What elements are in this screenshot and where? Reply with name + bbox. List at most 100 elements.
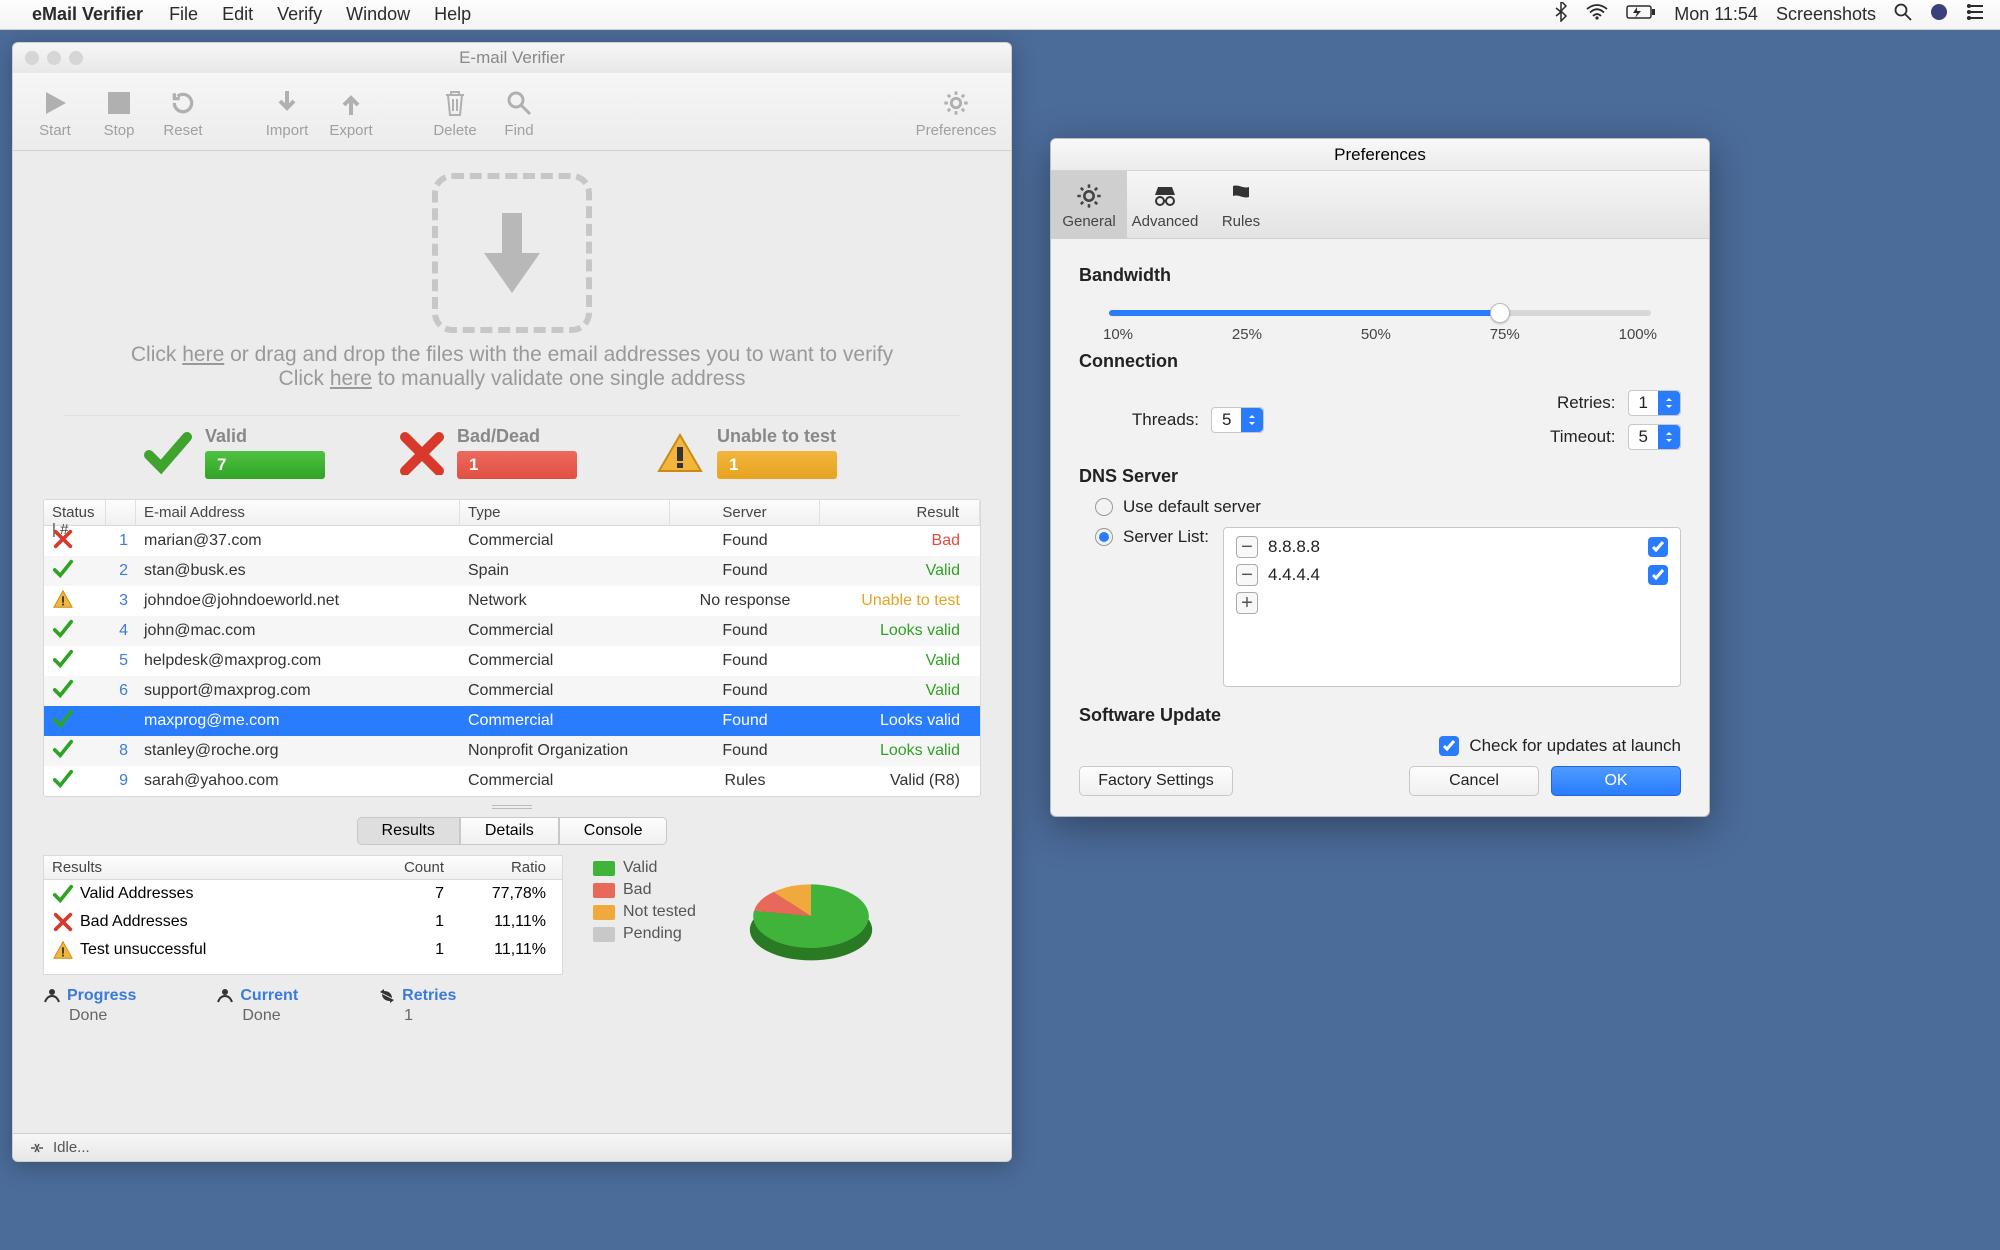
status-progress: Progress Done <box>43 987 136 1025</box>
summary-unable-count: 1 <box>717 451 837 479</box>
table-row[interactable]: 5helpdesk@maxprog.comCommercialFoundVali… <box>44 646 980 676</box>
results-pie-chart <box>726 855 896 975</box>
app-window: E-mail Verifier Start Stop Reset Import … <box>12 42 1012 1162</box>
bandwidth-slider[interactable]: 10%25%50%75%100% <box>1079 296 1681 343</box>
spy-icon <box>1151 179 1179 213</box>
preferences-window: Preferences General Advanced Rules Bandw… <box>1050 138 1710 817</box>
summary-valid: Valid7 <box>143 426 369 479</box>
battery-icon[interactable] <box>1626 4 1656 25</box>
remove-server-icon[interactable]: − <box>1236 536 1258 558</box>
check-icon <box>143 431 193 475</box>
toolbar-stop[interactable]: Stop <box>87 84 151 139</box>
server-enabled-checkbox[interactable] <box>1648 537 1668 557</box>
results-row: Bad Addresses111,11% <box>44 908 562 936</box>
dns-server-row[interactable]: −8.8.8.8 <box>1236 536 1668 558</box>
dns-server-list[interactable]: −8.8.8.8 −4.4.4.4 + <box>1223 527 1681 687</box>
table-row[interactable]: 2stan@busk.esSpainFoundValid <box>44 556 980 586</box>
prefs-tabs: General Advanced Rules <box>1051 171 1709 239</box>
window-traffic-lights[interactable] <box>25 51 83 65</box>
menubar-right-app[interactable]: Screenshots <box>1776 4 1876 25</box>
dns-server-row[interactable]: −4.4.4.4 <box>1236 564 1668 586</box>
remove-server-icon[interactable]: − <box>1236 564 1258 586</box>
status-summary: Progress Done Current Done Retries 1 <box>43 987 981 1025</box>
prefs-title: Preferences <box>1051 139 1709 171</box>
menu-help[interactable]: Help <box>434 4 471 25</box>
legend-item: Not tested <box>593 903 696 921</box>
bottom-panel: ResultsCountRatio Valid Addresses777,78%… <box>43 855 981 975</box>
toolbar-find[interactable]: Find <box>487 84 551 139</box>
splitter-handle[interactable] <box>13 797 1011 817</box>
drop-here-link-1[interactable]: here <box>182 343 224 366</box>
menubar-app-name[interactable]: eMail Verifier <box>32 4 143 25</box>
window-title: E-mail Verifier <box>459 48 565 68</box>
table-row[interactable]: 1marian@37.comCommercialFoundBad <box>44 526 980 556</box>
wifi-icon[interactable] <box>1586 4 1608 25</box>
section-bandwidth: Bandwidth <box>1079 265 1681 286</box>
summary-valid-count: 7 <box>205 451 325 479</box>
legend-item: Bad <box>593 881 696 899</box>
update-check-checkbox[interactable]: Check for updates at launch <box>1095 736 1681 756</box>
prefs-tab-advanced[interactable]: Advanced <box>1127 171 1203 238</box>
dns-serverlist-radio[interactable]: Server List: <box>1095 527 1209 547</box>
drop-zone[interactable]: Click here or drag and drop the files wi… <box>13 151 1011 405</box>
notification-center-icon[interactable] <box>1966 4 1984 25</box>
table-row[interactable]: 3johndoe@johndoeworld.netNetworkNo respo… <box>44 586 980 616</box>
status-icon <box>29 1141 45 1155</box>
ok-button[interactable]: OK <box>1551 766 1681 796</box>
drop-here-link-2[interactable]: here <box>330 367 372 390</box>
retries-field: Retries: 1 <box>1536 390 1681 416</box>
menu-edit[interactable]: Edit <box>222 4 253 25</box>
retries-select[interactable]: 1 <box>1628 390 1681 416</box>
summary-bar: Valid7 Bad/Dead1 Unable to test1 <box>63 415 961 499</box>
results-summary-table: ResultsCountRatio Valid Addresses777,78%… <box>43 855 563 975</box>
chart-legend: Valid Bad Not tested Pending <box>593 855 696 975</box>
timeout-select[interactable]: 5 <box>1628 424 1681 450</box>
section-dns: DNS Server <box>1079 466 1681 487</box>
toolbar-reset[interactable]: Reset <box>151 84 215 139</box>
legend-item: Valid <box>593 859 696 877</box>
tab-console[interactable]: Console <box>559 817 668 845</box>
table-row[interactable]: 6support@maxprog.comCommercialFoundValid <box>44 676 980 706</box>
timeout-field: Timeout: 5 <box>1536 424 1681 450</box>
tab-details[interactable]: Details <box>460 817 559 845</box>
legend-item: Pending <box>593 925 696 943</box>
warning-icon <box>655 431 705 475</box>
toolbar-preferences[interactable]: Preferences <box>911 84 1001 139</box>
factory-settings-button[interactable]: Factory Settings <box>1079 766 1233 796</box>
gear-icon <box>1075 179 1103 213</box>
tab-results[interactable]: Results <box>357 817 460 845</box>
threads-select[interactable]: 5 <box>1211 407 1264 433</box>
table-row[interactable]: 8stanley@roche.orgNonprofit Organization… <box>44 736 980 766</box>
siri-icon[interactable] <box>1930 3 1948 26</box>
menu-file[interactable]: File <box>169 4 198 25</box>
toolbar-delete[interactable]: Delete <box>423 84 487 139</box>
window-statusbar: Idle... <box>13 1133 1011 1161</box>
bluetooth-icon[interactable] <box>1554 2 1568 27</box>
prefs-tab-rules[interactable]: Rules <box>1203 171 1279 238</box>
add-server-icon[interactable]: + <box>1236 592 1258 614</box>
toolbar-start[interactable]: Start <box>23 84 87 139</box>
results-row: Valid Addresses777,78% <box>44 880 562 908</box>
menu-window[interactable]: Window <box>346 4 410 25</box>
email-table: Status | # E-mail Address Type Server Re… <box>43 499 981 797</box>
status-current: Current Done <box>216 987 298 1025</box>
table-row[interactable]: 4john@mac.comCommercialFoundLooks valid <box>44 616 980 646</box>
toolbar-export[interactable]: Export <box>319 84 383 139</box>
spotlight-icon[interactable] <box>1894 3 1912 26</box>
table-row[interactable]: 9sarah@yahoo.comCommercialRulesValid (R8… <box>44 766 980 796</box>
window-titlebar[interactable]: E-mail Verifier <box>13 43 1011 73</box>
section-connection: Connection <box>1079 351 1681 372</box>
dns-default-radio[interactable]: Use default server <box>1095 497 1681 517</box>
drop-help-line1: Click here or drag and drop the files wi… <box>73 343 951 367</box>
table-header[interactable]: Status | # E-mail Address Type Server Re… <box>44 500 980 526</box>
summary-bad-count: 1 <box>457 451 577 479</box>
toolbar-import[interactable]: Import <box>255 84 319 139</box>
threads-field: Threads: 5 <box>1119 390 1264 450</box>
results-row: Test unsuccessful111,11% <box>44 936 562 964</box>
menu-verify[interactable]: Verify <box>277 4 322 25</box>
table-row[interactable]: 7maxprog@me.comCommercialFoundLooks vali… <box>44 706 980 736</box>
server-enabled-checkbox[interactable] <box>1648 565 1668 585</box>
cancel-button[interactable]: Cancel <box>1409 766 1539 796</box>
prefs-tab-general[interactable]: General <box>1051 171 1127 238</box>
menubar-clock[interactable]: Mon 11:54 <box>1674 4 1758 25</box>
